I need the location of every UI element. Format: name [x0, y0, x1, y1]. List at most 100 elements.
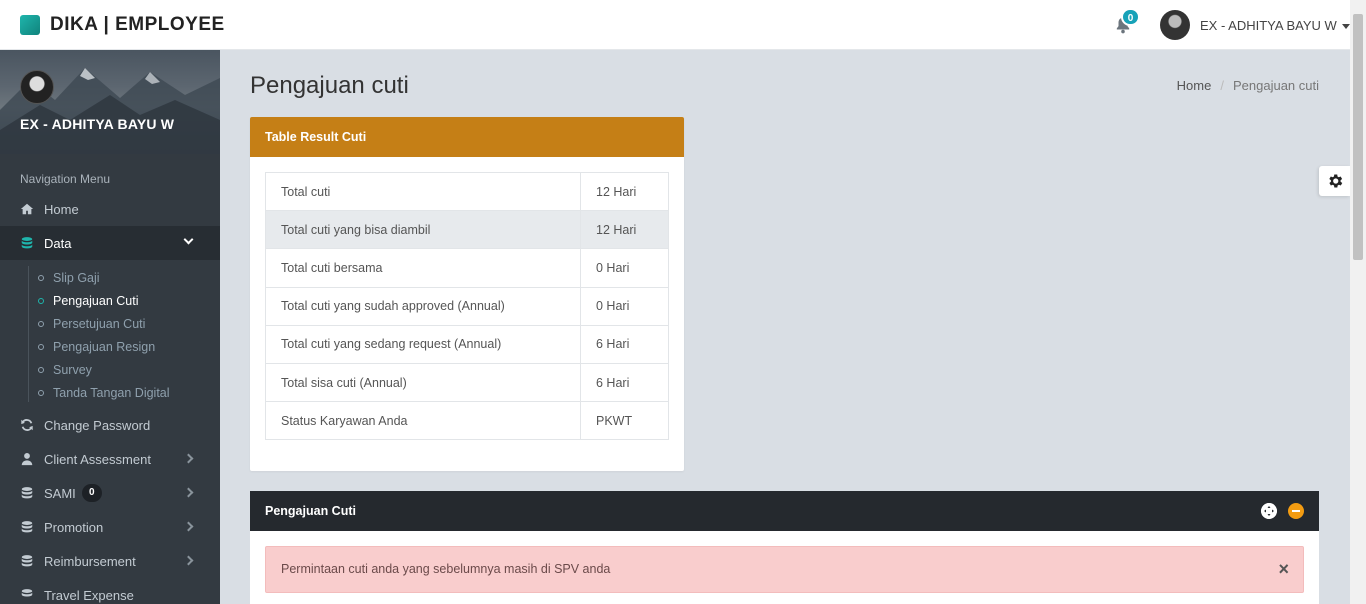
page-title: Pengajuan cuti	[250, 72, 409, 99]
alert-message: Permintaan cuti anda yang sebelumnya mas…	[265, 546, 1304, 593]
refresh-icon	[21, 419, 33, 431]
database-icon	[21, 555, 33, 567]
result-cuti-table: Total cuti 12 Hari Total cuti yang bisa d…	[265, 171, 669, 441]
sidebar-item-label: Change Password	[44, 417, 151, 433]
profile-name: EX - ADHITYA BAYU W	[20, 116, 175, 132]
chevron-down-icon	[183, 234, 194, 245]
breadcrumb: Home / Pengajuan cuti	[1177, 78, 1319, 93]
pengajuan-cuti-card: Pengajuan Cuti Permintaan cuti anda yang…	[250, 491, 1319, 604]
sidebar-item-label: Reimbursement	[44, 553, 136, 569]
sidebar-item-change-password[interactable]: Change Password	[0, 408, 220, 442]
collapse-minus-icon[interactable]	[1288, 503, 1304, 519]
sidebar-item-client-assessment[interactable]: Client Assessment	[0, 442, 220, 476]
row-label: Total cuti yang bisa diambil	[265, 210, 581, 250]
sidebar-subitem-tanda-tangan-digital[interactable]: Tanda Tangan Digital	[0, 381, 220, 404]
user-menu[interactable]: EX - ADHITYA BAYU W	[1160, 10, 1350, 40]
sidebar-subitem-slip-gaji[interactable]: Slip Gaji	[0, 266, 220, 289]
sidebar-subitem-pengajuan-resign[interactable]: Pengajuan Resign	[0, 335, 220, 358]
user-name: EX - ADHITYA BAYU W	[1200, 17, 1337, 33]
table-row: Status Karyawan Anda PKWT	[265, 401, 669, 441]
row-value: 12 Hari	[580, 210, 669, 250]
circle-icon	[38, 343, 44, 350]
breadcrumb-current: Pengajuan cuti	[1232, 78, 1319, 93]
row-value: PKWT	[580, 401, 669, 441]
sidebar-item-label: Data	[44, 235, 72, 251]
circle-icon	[38, 320, 44, 327]
sidebar-item-label: SAMI	[44, 485, 76, 501]
chevron-right-icon	[183, 521, 194, 532]
sidebar-item-travel-expense[interactable]: Travel Expense	[0, 578, 220, 604]
database-icon	[21, 487, 33, 499]
home-icon	[20, 203, 34, 215]
sidebar-item-label: Travel Expense	[44, 587, 134, 603]
table-row: Total cuti yang sudah approved (Annual) 0…	[265, 286, 669, 326]
page-scrollbar[interactable]	[1350, 0, 1366, 604]
sidebar-subitem-label: Pengajuan Cuti	[53, 293, 139, 308]
sidebar-profile: EX - ADHITYA BAYU W	[0, 50, 220, 154]
table-row: Total cuti bersama 0 Hari	[265, 248, 669, 288]
nav-header: Navigation Menu	[20, 172, 111, 186]
database-icon	[21, 521, 33, 533]
scrollbar-thumb[interactable]	[1353, 14, 1363, 260]
database-icon	[21, 589, 33, 597]
sidebar-subitem-label: Slip Gaji	[53, 270, 100, 285]
caret-down-icon	[1341, 23, 1350, 29]
top-navbar: DIKA | EMPLOYEE 0 EX - ADHITYA BAYU W	[0, 0, 1350, 50]
chevron-right-icon	[183, 487, 194, 498]
sidebar-subitem-pengajuan-cuti[interactable]: Pengajuan Cuti	[0, 289, 220, 312]
row-label: Total cuti yang sudah approved (Annual)	[265, 286, 581, 326]
circle-icon	[38, 274, 44, 281]
row-value: 0 Hari	[580, 248, 669, 288]
sidebar-subitem-label: Tanda Tangan Digital	[53, 385, 170, 400]
brand-logo-icon	[20, 15, 40, 35]
sidebar-item-promotion[interactable]: Promotion	[0, 510, 220, 544]
profile-avatar[interactable]	[20, 70, 54, 104]
close-icon[interactable]: ×	[1278, 547, 1289, 592]
result-cuti-card-title: Table Result Cuti	[250, 117, 684, 157]
gear-icon	[1328, 174, 1342, 188]
row-label: Total cuti bersama	[265, 248, 581, 288]
sami-count-badge: 0	[81, 484, 102, 502]
avatar	[1160, 10, 1190, 40]
sidebar-item-home[interactable]: Home	[0, 192, 220, 226]
table-row: Total cuti yang bisa diambil 12 Hari	[265, 210, 669, 250]
row-label: Total cuti yang sedang request (Annual)	[265, 324, 581, 364]
alert-text: Permintaan cuti anda yang sebelumnya mas…	[281, 562, 611, 576]
breadcrumb-home-link[interactable]: Home	[1177, 78, 1212, 93]
brand-title: DIKA | EMPLOYEE	[50, 14, 225, 35]
expand-icon[interactable]	[1261, 503, 1277, 519]
circle-icon	[38, 366, 44, 373]
breadcrumb-separator: /	[1220, 78, 1224, 93]
sidebar-subitem-label: Survey	[53, 362, 92, 377]
row-label: Total cuti	[265, 171, 581, 212]
row-label: Status Karyawan Anda	[265, 401, 581, 441]
table-row: Total sisa cuti (Annual) 6 Hari	[265, 362, 669, 403]
row-label: Total sisa cuti (Annual)	[265, 362, 581, 403]
sidebar-subitem-persetujuan-cuti[interactable]: Persetujuan Cuti	[0, 312, 220, 335]
sidebar-item-label: Promotion	[44, 519, 104, 535]
row-value: 6 Hari	[580, 324, 669, 364]
sidebar-subitem-label: Pengajuan Resign	[53, 339, 156, 354]
database-icon	[21, 237, 33, 249]
sidebar-item-sami[interactable]: SAMI 0	[0, 476, 220, 510]
row-value: 6 Hari	[580, 362, 669, 403]
row-value: 12 Hari	[580, 171, 669, 212]
row-value: 0 Hari	[580, 286, 669, 326]
pengajuan-cuti-card-header: Pengajuan Cuti	[250, 491, 1319, 531]
settings-toggle[interactable]	[1319, 166, 1350, 196]
circle-icon	[38, 297, 44, 304]
chevron-right-icon	[183, 555, 194, 566]
circle-icon	[38, 389, 44, 396]
sidebar-subitem-survey[interactable]: Survey	[0, 358, 220, 381]
sidebar-subitem-label: Persetujuan Cuti	[53, 316, 146, 331]
sidebar-item-reimbursement[interactable]: Reimbursement	[0, 544, 220, 578]
chevron-right-icon	[183, 453, 194, 464]
sidebar-item-data[interactable]: Data	[0, 226, 220, 260]
sidebar: EX - ADHITYA BAYU W Navigation Menu Home…	[0, 50, 220, 604]
table-row: Total cuti yang sedang request (Annual) 6…	[265, 324, 669, 364]
user-icon	[21, 453, 33, 466]
sidebar-item-label: Home	[44, 201, 79, 217]
table-row: Total cuti 12 Hari	[265, 171, 669, 212]
brand[interactable]: DIKA | EMPLOYEE	[20, 14, 225, 36]
sidebar-item-label: Client Assessment	[44, 451, 151, 467]
